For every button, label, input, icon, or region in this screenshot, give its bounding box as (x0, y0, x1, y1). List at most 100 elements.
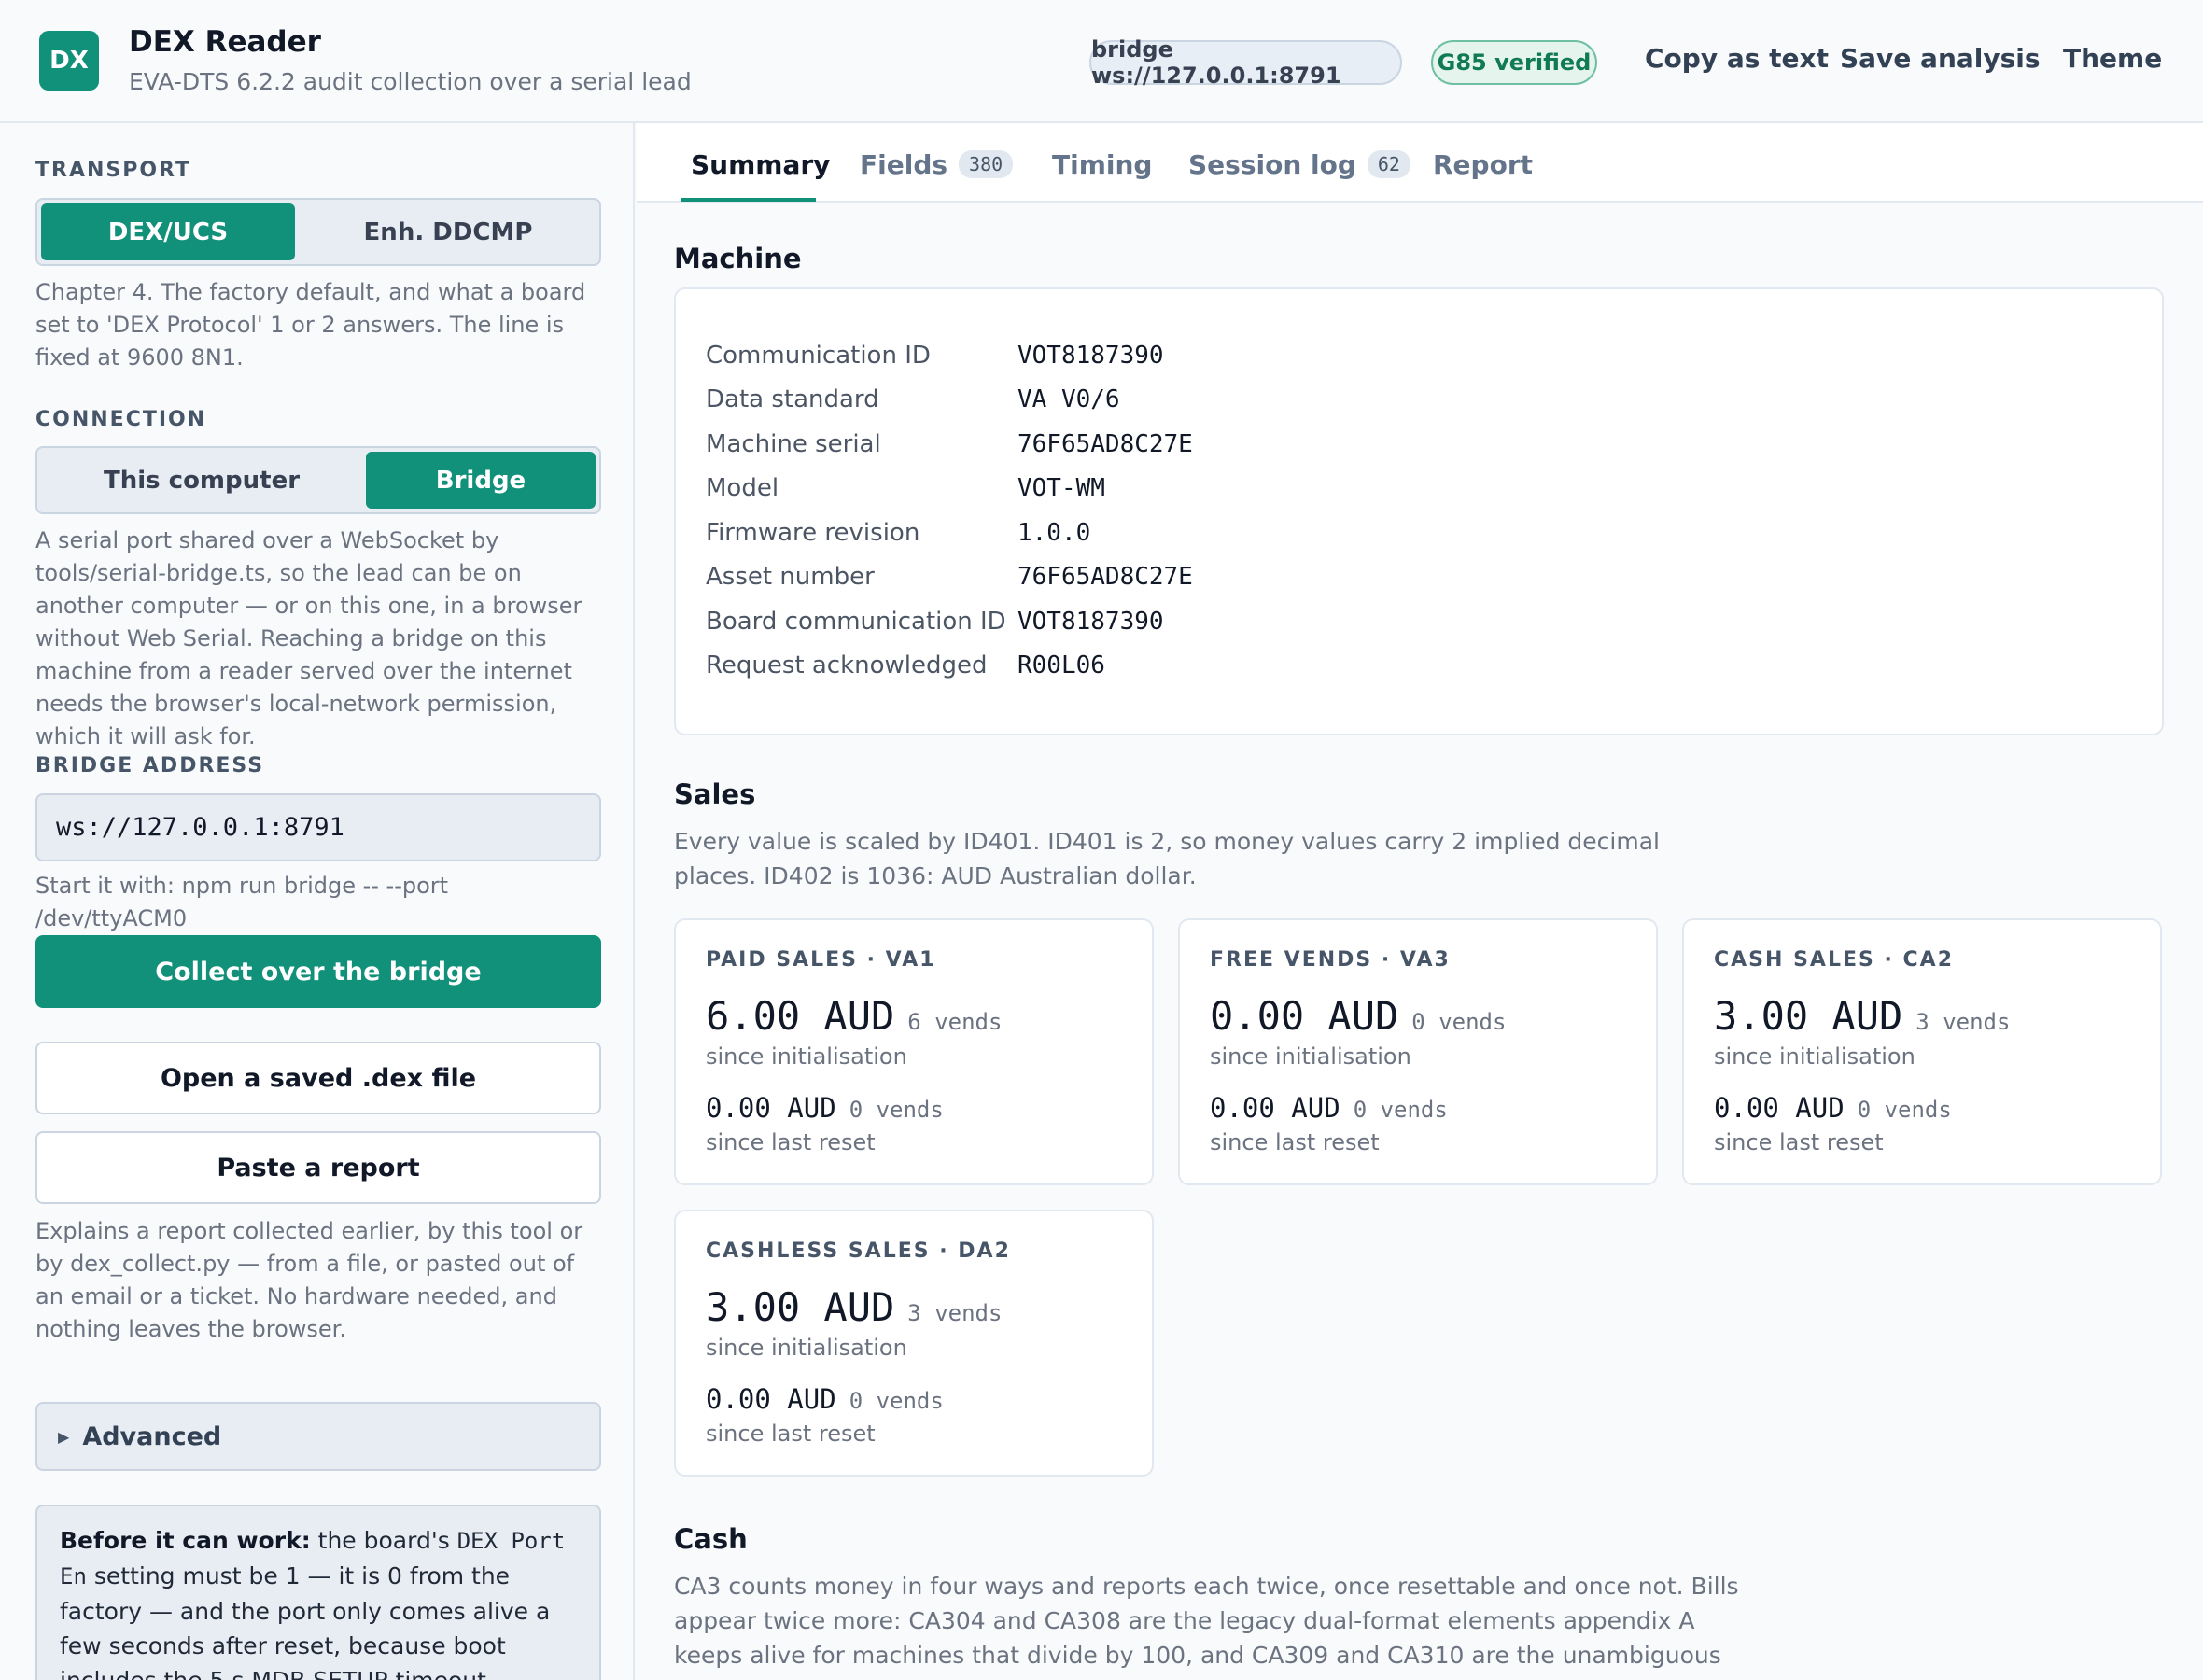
copy-as-text-button[interactable]: Copy as text (1645, 43, 1829, 74)
sale-total-caption: since initialisation (1714, 1043, 1915, 1070)
machine-row-key: Model (706, 474, 779, 502)
notice-post: setting must be 1 — it is 0 from the fac… (60, 1562, 551, 1680)
theme-button[interactable]: Theme (2063, 43, 2162, 74)
sales-heading: Sales (674, 778, 756, 810)
connection-label: CONNECTION (35, 408, 207, 431)
machine-row: Data standard VA V0/6 (676, 385, 1983, 423)
open-dex-file-button[interactable]: Open a saved .dex file (35, 1042, 601, 1114)
connection-option-this-computer[interactable]: This computer (41, 452, 362, 509)
sale-card-label: PAID SALES · VA1 (706, 948, 936, 972)
sale-card-label: CASH SALES · CA2 (1714, 948, 1955, 972)
bridge-address-hint: Start it with: npm run bridge -- --port … (35, 873, 449, 931)
bridge-address-input[interactable]: ws://127.0.0.1:8791 (35, 793, 601, 861)
cash-description: CA3 counts money in four ways and report… (674, 1573, 1739, 1680)
connection-option-bridge[interactable]: Bridge (366, 452, 596, 509)
machine-row-value: 1.0.0 (1017, 519, 1091, 547)
free-vends-card: FREE VENDS · VA3 0.00 AUD 0 vends since … (1178, 918, 1658, 1185)
sale-reset: 0.00 AUD 0 vends (1210, 1092, 1448, 1124)
sale-reset-amount: 0.00 AUD (706, 1383, 836, 1415)
tab-report-label: Report (1433, 148, 1534, 180)
connection-description: A serial port shared over a WebSocket by… (35, 527, 582, 749)
advanced-label: Advanced (82, 1421, 222, 1451)
machine-row: Machine serial 76F65AD8C27E (676, 430, 1983, 468)
setup-notice: Before it can work: the board's DEX Port… (35, 1505, 601, 1680)
machine-row-value: 76F65AD8C27E (1017, 563, 1193, 591)
app-logo: DX (39, 31, 99, 91)
sale-total-amount: 0.00 AUD (1210, 993, 1399, 1039)
sale-reset-vends: 0 vends (849, 1388, 944, 1414)
machine-row: Board communication ID VOT8187390 (676, 608, 1983, 645)
machine-row-value: VOT8187390 (1017, 342, 1164, 370)
machine-row-key: Machine serial (706, 430, 881, 458)
notice-pre: the board's (317, 1527, 450, 1554)
machine-row: Asset number 76F65AD8C27E (676, 563, 1983, 600)
tab-bar: Summary Fields 380 Timing Session log 62… (637, 123, 2203, 203)
tab-summary-label: Summary (691, 148, 831, 180)
sale-total-amount: 3.00 AUD (1714, 993, 1903, 1039)
session-log-count-badge: 62 (1367, 150, 1410, 178)
sale-total-vends: 3 vends (907, 1300, 1003, 1326)
sale-reset-caption: since last reset (1714, 1129, 1884, 1155)
machine-card: Communication ID VOT8187390 Data standar… (674, 287, 2164, 735)
sale-reset-vends: 0 vends (1857, 1097, 1952, 1123)
app-title: DEX Reader (129, 25, 321, 59)
machine-row-key: Request acknowledged (706, 651, 988, 679)
collect-over-bridge-button[interactable]: Collect over the bridge (35, 935, 601, 1008)
paid-sales-card: PAID SALES · VA1 6.00 AUD 6 vends since … (674, 918, 1154, 1185)
sale-total: 6.00 AUD 6 vends (706, 993, 1002, 1039)
machine-heading: Machine (674, 243, 802, 274)
machine-row-key: Asset number (706, 563, 875, 591)
sale-reset: 0.00 AUD 0 vends (706, 1092, 944, 1124)
sidebar: TRANSPORT DEX/UCS Enh. DDCMP Chapter 4. … (0, 123, 635, 1680)
machine-row-key: Board communication ID (706, 608, 1006, 636)
sale-total-caption: since initialisation (1210, 1043, 1411, 1070)
app-header: DX DEX Reader EVA-DTS 6.2.2 audit collec… (0, 0, 2203, 123)
machine-row: Model VOT-WM (676, 474, 1983, 511)
sale-total-vends: 3 vends (1915, 1009, 2011, 1035)
sale-card-label: CASHLESS SALES · DA2 (706, 1239, 1011, 1263)
cash-sales-card: CASH SALES · CA2 3.00 AUD 3 vends since … (1682, 918, 2162, 1185)
tab-timing[interactable]: Timing (1052, 146, 1152, 183)
sale-reset-caption: since last reset (1210, 1129, 1380, 1155)
paste-report-button[interactable]: Paste a report (35, 1131, 601, 1204)
fields-count-badge: 380 (959, 150, 1014, 178)
machine-row-value: R00L06 (1017, 651, 1105, 679)
machine-row-value: 76F65AD8C27E (1017, 430, 1193, 458)
sale-total-vends: 6 vends (907, 1009, 1003, 1035)
sale-reset-caption: since last reset (706, 1421, 876, 1447)
machine-row-value: VOT-WM (1017, 474, 1105, 502)
tab-summary[interactable]: Summary (691, 146, 830, 183)
active-tab-indicator (681, 198, 816, 202)
cashless-sales-card: CASHLESS SALES · DA2 3.00 AUD 3 vends si… (674, 1210, 1154, 1477)
notice-bold: Before it can work: (60, 1527, 311, 1554)
advanced-toggle[interactable]: ▶ Advanced (35, 1402, 601, 1471)
tab-fields[interactable]: Fields 380 (860, 146, 1014, 183)
machine-row: Communication ID VOT8187390 (676, 342, 1983, 379)
transport-selector: DEX/UCS Enh. DDCMP (35, 198, 601, 266)
paste-report-description: Explains a report collected earlier, by … (35, 1218, 583, 1342)
sale-total-caption: since initialisation (706, 1335, 907, 1361)
bridge-status-badge: bridge ws://127.0.0.1:8791 (1089, 36, 1402, 89)
tab-session-log[interactable]: Session log 62 (1188, 146, 1410, 183)
sale-reset-amount: 0.00 AUD (1714, 1092, 1845, 1124)
sale-reset-caption: since last reset (706, 1129, 876, 1155)
sale-total: 0.00 AUD 0 vends (1210, 993, 1506, 1039)
sale-reset-vends: 0 vends (849, 1097, 944, 1123)
machine-row-value: VOT8187390 (1017, 608, 1164, 636)
tab-fields-label: Fields (860, 148, 948, 180)
sale-reset-amount: 0.00 AUD (1210, 1092, 1340, 1124)
sale-reset: 0.00 AUD 0 vends (1714, 1092, 1952, 1124)
tab-report[interactable]: Report (1433, 146, 1533, 183)
machine-row-key: Firmware revision (706, 519, 920, 547)
save-analysis-button[interactable]: Save analysis (1840, 43, 2041, 74)
sale-total-amount: 3.00 AUD (706, 1284, 895, 1330)
sale-reset: 0.00 AUD 0 vends (706, 1383, 944, 1415)
tab-session-log-label: Session log (1188, 148, 1356, 180)
sale-reset-amount: 0.00 AUD (706, 1092, 836, 1124)
disclosure-triangle-icon: ▶ (58, 1427, 70, 1446)
sale-card-label: FREE VENDS · VA3 (1210, 948, 1451, 972)
transport-option-dex-ucs[interactable]: DEX/UCS (41, 203, 295, 260)
transport-option-enh-ddcmp[interactable]: Enh. DDCMP (308, 203, 588, 260)
bridge-address-label: BRIDGE ADDRESS (35, 754, 265, 777)
transport-description: Chapter 4. The factory default, and what… (35, 279, 586, 371)
